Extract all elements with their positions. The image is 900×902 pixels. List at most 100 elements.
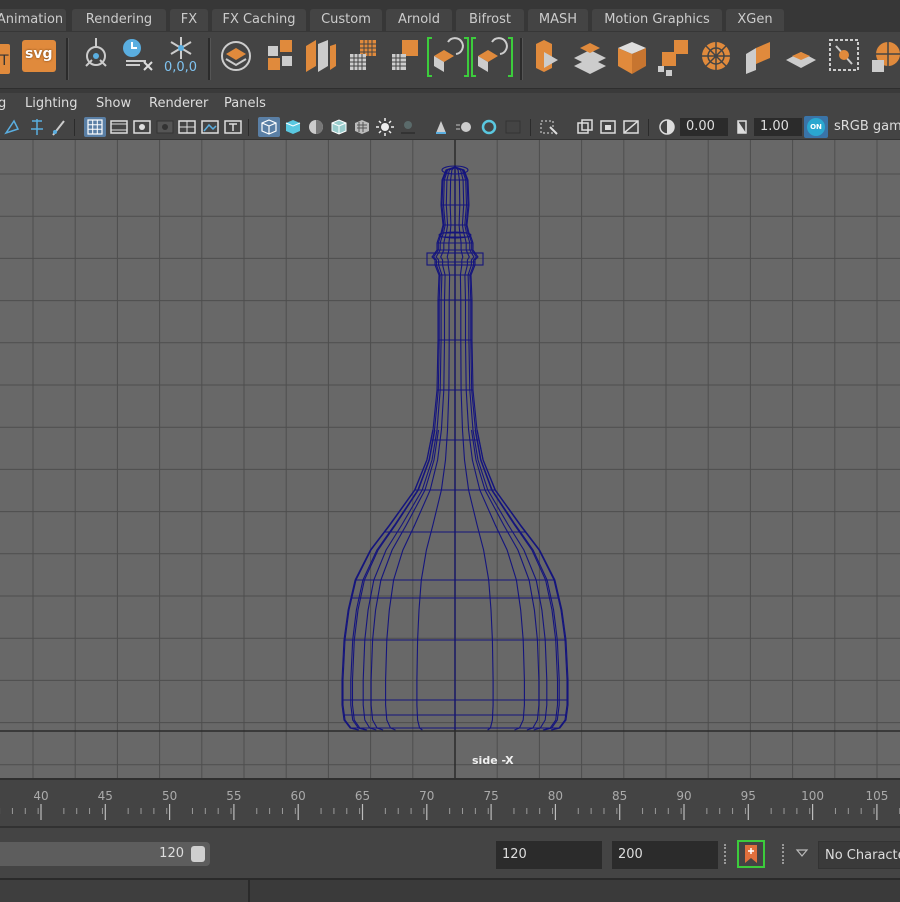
exposure-icon[interactable]	[656, 115, 678, 139]
time-tick-label: 95	[741, 789, 756, 803]
time-tick-label: 80	[548, 789, 563, 803]
animation-end-field[interactable]: 200	[612, 841, 718, 869]
smooth-shade-icon[interactable]	[282, 115, 304, 139]
menu-panels[interactable]: Panels	[224, 96, 266, 111]
gamma-field[interactable]: 1.00	[754, 118, 802, 136]
isolate-select-icon[interactable]	[538, 115, 560, 139]
grid-blocks-icon[interactable]	[264, 32, 296, 88]
character-set-dropdown[interactable]: No Character Set	[818, 841, 900, 869]
shelf-tab-arnold[interactable]: Arnold	[386, 9, 452, 31]
fracture-icon[interactable]	[302, 32, 338, 88]
lights-icon[interactable]: 0,0,0	[160, 36, 202, 82]
shelf-tab-fx[interactable]: FX	[170, 9, 208, 31]
box-icon[interactable]	[614, 32, 650, 88]
distribute-icon[interactable]	[570, 32, 610, 88]
default-material-icon[interactable]	[305, 115, 327, 139]
time-tick-label: 40	[33, 789, 48, 803]
shelf-tab-custom[interactable]: Custom	[310, 9, 382, 31]
motion-blur-icon[interactable]	[453, 115, 475, 139]
multisample-aa-icon[interactable]	[478, 115, 500, 139]
gamma-icon[interactable]	[732, 115, 754, 139]
textured-icon[interactable]	[351, 115, 373, 139]
bounding-box-icon[interactable]	[826, 32, 862, 88]
menu-renderer[interactable]: Renderer	[149, 96, 208, 111]
command-line-input[interactable]	[0, 880, 250, 902]
tab-label: Bifrost	[469, 12, 511, 27]
menu-lighting[interactable]: Lighting	[25, 96, 78, 111]
menu-show[interactable]: Show	[96, 96, 131, 111]
svg-text:T: T	[0, 53, 9, 69]
exposure-field[interactable]: 0.00	[680, 118, 728, 136]
sphere-grid-icon[interactable]	[868, 32, 900, 88]
grid-toggle-icon[interactable]	[84, 117, 106, 137]
tab-label: XGen	[737, 12, 773, 27]
command-line-bar	[0, 878, 900, 902]
film-gate-icon[interactable]	[108, 115, 130, 139]
auto-key-button[interactable]	[737, 840, 765, 868]
xray-joints-icon[interactable]	[597, 115, 619, 139]
viewport-side[interactable]: side -X	[0, 140, 900, 778]
time-warp-icon[interactable]	[118, 32, 158, 88]
gate-mask-icon[interactable]	[154, 115, 176, 139]
range-slider-bar: 120 120 200 No Character Set	[0, 826, 900, 880]
replicator-transform-icon[interactable]	[470, 32, 514, 88]
layers-icon[interactable]	[220, 32, 252, 88]
shelf: T svg 0,0,0	[0, 32, 900, 88]
shelf-tab-fx-caching[interactable]: FX Caching	[212, 9, 306, 31]
range-slider[interactable]: 120	[0, 842, 210, 866]
time-tick-label: 105	[865, 789, 888, 803]
pixel-blocks-icon[interactable]	[388, 32, 422, 88]
voxel-grid-icon[interactable]	[346, 32, 380, 88]
playback-end-field[interactable]: 120	[496, 841, 602, 869]
shelf-tab-xgen[interactable]: XGen	[726, 9, 784, 31]
shadows-icon[interactable]	[397, 115, 419, 139]
wireframe-on-shaded-icon[interactable]	[328, 115, 350, 139]
screen-space-ao-icon[interactable]	[430, 115, 452, 139]
xray-components-icon[interactable]	[620, 115, 642, 139]
time-tick-label: 90	[676, 789, 691, 803]
time-tick-label: 65	[355, 789, 370, 803]
range-slider-handle[interactable]	[191, 846, 205, 862]
xray-icon[interactable]	[574, 115, 596, 139]
drag-handle[interactable]	[724, 844, 728, 864]
drag-handle[interactable]	[782, 844, 786, 864]
tab-label: FX Caching	[222, 12, 296, 27]
safe-title-icon[interactable]	[222, 115, 244, 139]
vector-particles-icon[interactable]	[80, 32, 112, 88]
camera-attributes-icon[interactable]	[4, 115, 22, 139]
extrude-icon[interactable]	[740, 32, 776, 88]
chevron-down-icon[interactable]	[794, 846, 810, 860]
plane-stack-icon[interactable]	[782, 32, 820, 88]
animation-end-value: 200	[618, 847, 643, 862]
type-tool-icon[interactable]: T	[0, 32, 14, 88]
svg-tool-icon[interactable]: svg	[22, 40, 56, 72]
wireframe-shading-icon[interactable]	[258, 117, 280, 137]
cube-stack-icon[interactable]	[530, 32, 564, 88]
shelf-tab-bifrost[interactable]: Bifrost	[456, 9, 524, 31]
tab-label: Animation	[0, 12, 64, 27]
color-management-badge: ON	[807, 118, 825, 136]
shelf-tab-animation[interactable]: Animation	[0, 9, 66, 31]
time-slider[interactable]: 40 45 50 55 60 65 70 75 80 85 90 95 100 105	[0, 778, 900, 828]
tab-label: Rendering	[85, 12, 153, 27]
color-management-toggle[interactable]: ON	[804, 116, 828, 138]
shelf-tab-rendering[interactable]: Rendering	[72, 9, 166, 31]
use-all-lights-icon[interactable]	[374, 115, 396, 139]
safe-action-icon[interactable]	[199, 115, 221, 139]
view-transform-dropdown[interactable]: sRGB gamma	[830, 118, 900, 136]
radial-icon[interactable]	[698, 32, 734, 88]
time-tick-label: 45	[98, 789, 113, 803]
field-chart-icon[interactable]	[176, 115, 198, 139]
bookmark-icon[interactable]	[28, 115, 46, 139]
image-plane-icon[interactable]	[50, 115, 68, 139]
scatter-icon[interactable]	[654, 32, 694, 88]
replicator-icon[interactable]	[426, 32, 470, 88]
bottle-wireframe[interactable]	[0, 140, 900, 778]
resolution-gate-icon[interactable]	[131, 115, 153, 139]
shelf-tab-motion-graphics[interactable]: Motion Graphics	[592, 9, 722, 31]
menu-shading[interactable]: g	[0, 96, 6, 111]
character-set-label: No Character Set	[825, 848, 900, 863]
shelf-separator	[520, 38, 523, 80]
shelf-tab-mash[interactable]: MASH	[528, 9, 588, 31]
depth-of-field-icon[interactable]	[502, 115, 524, 139]
